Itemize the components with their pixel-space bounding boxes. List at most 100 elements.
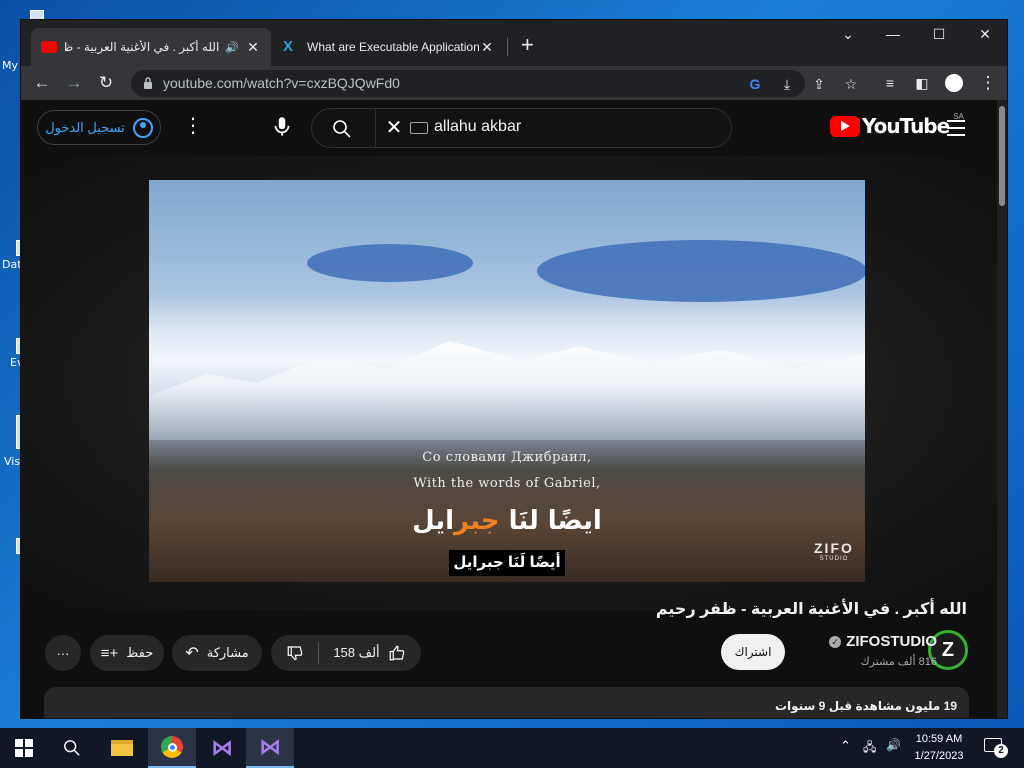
close-tab-icon[interactable]: ✕ [479, 39, 495, 56]
tab-youtube[interactable]: الله أكبر . في الأغنية العربية - ظ 🔊 ✕ [31, 28, 271, 66]
network-icon[interactable]: 🖧 [863, 738, 876, 759]
microphone-icon[interactable] [269, 114, 295, 140]
side-panel-icon[interactable]: ◧ [909, 70, 935, 96]
menu-kebab-icon[interactable]: ⋮ [975, 70, 1001, 96]
page-scrollbar[interactable] [997, 100, 1007, 718]
visual-studio-icon: ⋈ [211, 735, 233, 760]
like-icon[interactable] [388, 644, 406, 662]
closed-caption: أيضًا لَنَا جبرايل [449, 550, 565, 576]
desktop-icon-label: My [2, 59, 19, 72]
x-favicon-icon: X [283, 38, 294, 55]
start-button[interactable] [0, 728, 48, 768]
forward-icon[interactable]: → [61, 70, 87, 96]
clear-search-icon[interactable]: ✕ [382, 115, 406, 140]
chrome-icon [161, 736, 183, 758]
clock-date: 1/27/2023 [914, 750, 964, 762]
scroll-thumb[interactable] [999, 106, 1005, 206]
share-arrow-icon: ↶ [185, 645, 199, 662]
youtube-logo[interactable]: YouTube SA [830, 112, 964, 138]
sign-in-button[interactable]: تسجيل الدخول [37, 110, 161, 145]
maximize-button[interactable]: ☐ [924, 26, 954, 43]
video-frame-cloud [307, 244, 473, 282]
search-icon [64, 740, 80, 756]
youtube-page: تسجيل الدخول ⋮ ✕ allahu akbar YouTube SA… [21, 100, 1007, 718]
chrome-taskbar-button[interactable] [148, 728, 196, 768]
address-bar[interactable]: youtube.com/watch?v=cxzBQJQwFd0 G ⤓ ⇪ ☆ [131, 70, 857, 97]
watermark-text: ZIFO [814, 540, 854, 556]
subtitle-arabic-part: ايضًا لنَا [499, 506, 602, 536]
channel-name-row[interactable]: ✓ ZIFOSTUDIO [829, 633, 937, 650]
volume-icon[interactable]: 🔊 [886, 738, 901, 752]
channel-name[interactable]: ZIFOSTUDIO [846, 633, 937, 650]
settings-kebab-icon[interactable]: ⋮ [183, 116, 203, 136]
keyboard-icon[interactable] [410, 122, 428, 134]
back-icon[interactable]: ← [29, 70, 55, 96]
close-window-button[interactable]: ✕ [970, 26, 1000, 43]
youtube-favicon-icon [41, 41, 57, 53]
subtitle-arabic-part: ايل [412, 506, 455, 536]
subscriber-count: 816 ألف مشترك [860, 656, 937, 668]
video-frame-mountains [149, 341, 865, 440]
google-lens-icon[interactable]: G [745, 74, 765, 94]
tab-divider [507, 38, 508, 56]
taskbar-search-button[interactable] [48, 728, 96, 768]
visual-studio-button[interactable]: ⋈ [198, 728, 246, 768]
search-divider [375, 109, 376, 147]
share-button[interactable]: ↶ مشاركة [172, 635, 262, 671]
folder-icon [111, 740, 133, 756]
tab-title: الله أكبر . في الأغنية العربية - ظ [65, 40, 220, 54]
media-control-icon[interactable]: ≡ [877, 70, 903, 96]
tab-executable[interactable]: X What are Executable Application ✕ [273, 28, 505, 66]
audio-icon[interactable]: 🔊 [225, 41, 239, 54]
tab-search-button[interactable]: ⌄ [833, 26, 863, 43]
dislike-icon[interactable] [286, 644, 304, 662]
video-title: الله أكبر . في الأغنية العربية - ظفر رحي… [655, 601, 967, 618]
taskbar: ⋈ ⋈ ⌃ 🖧 🔊 10:59 AM 1/27/2023 2 [0, 728, 1024, 768]
notification-center-button[interactable]: 2 [984, 738, 1008, 758]
hamburger-menu-icon[interactable] [947, 120, 965, 141]
profile-icon[interactable] [941, 70, 967, 96]
url-text: youtube.com/watch?v=cxzBQJQwFd0 [163, 75, 400, 91]
youtube-logo-text: YouTube [862, 114, 950, 138]
show-hidden-icons[interactable]: ⌃ [840, 738, 851, 754]
watermark-subtext: STUDIO [819, 556, 849, 562]
search-icon[interactable] [332, 119, 352, 139]
reload-icon[interactable]: ↻ [93, 70, 119, 96]
subtitle-arabic: ايضًا لنَا جبرايل [149, 506, 865, 536]
save-label: حفظ [126, 645, 154, 660]
system-clock[interactable]: 10:59 AM 1/27/2023 [906, 731, 972, 765]
save-button[interactable]: ≡+ حفظ [90, 635, 164, 671]
search-input[interactable]: allahu akbar [434, 118, 521, 136]
share-label: مشاركة [206, 645, 249, 660]
clock-time: 10:59 AM [915, 733, 963, 745]
video-frame-cloud [537, 240, 865, 302]
add-to-playlist-icon: ≡+ [100, 644, 119, 662]
file-explorer-button[interactable] [98, 728, 146, 768]
description-box[interactable]: 19 مليون مشاهدة قبل 9 سنوات [44, 687, 969, 718]
subscribe-button[interactable]: اشتراك [721, 634, 785, 670]
video-player[interactable]: Со словами Джибраил, With the words of G… [149, 180, 865, 582]
youtube-header: تسجيل الدخول ⋮ ✕ allahu akbar YouTube SA [21, 100, 1007, 156]
like-count[interactable]: 158 ألف [333, 645, 379, 661]
share-icon[interactable]: ⇪ [809, 74, 829, 94]
more-actions-button[interactable]: ··· [45, 635, 81, 671]
search-box[interactable]: ✕ allahu akbar [311, 108, 732, 148]
subtitle-english: With the words of Gabriel, [413, 476, 601, 491]
browser-toolbar: ← → ↻ youtube.com/watch?v=cxzBQJQwFd0 G … [21, 66, 1007, 100]
tab-title: What are Executable Application [307, 40, 479, 54]
new-tab-button[interactable]: + [521, 34, 534, 56]
user-icon [132, 117, 153, 138]
desktop-icon-label: Dat [2, 258, 22, 271]
visual-studio-active-button[interactable]: ⋈ [246, 728, 294, 768]
close-tab-icon[interactable]: ✕ [245, 39, 261, 56]
install-icon[interactable]: ⤓ [777, 74, 797, 94]
subtitle-russian: Со словами Джибраил, [422, 450, 592, 465]
lock-icon[interactable] [143, 77, 153, 89]
like-dislike-group: 158 ألف [271, 635, 421, 671]
bookmark-star-icon[interactable]: ☆ [841, 74, 861, 94]
visual-studio-icon: ⋈ [259, 734, 281, 759]
subtitle-arabic-highlight: جبر [454, 506, 500, 536]
minimize-button[interactable]: — [878, 26, 908, 42]
view-stats: 19 مليون مشاهدة قبل 9 سنوات [774, 699, 957, 713]
verified-check-icon: ✓ [829, 635, 842, 648]
